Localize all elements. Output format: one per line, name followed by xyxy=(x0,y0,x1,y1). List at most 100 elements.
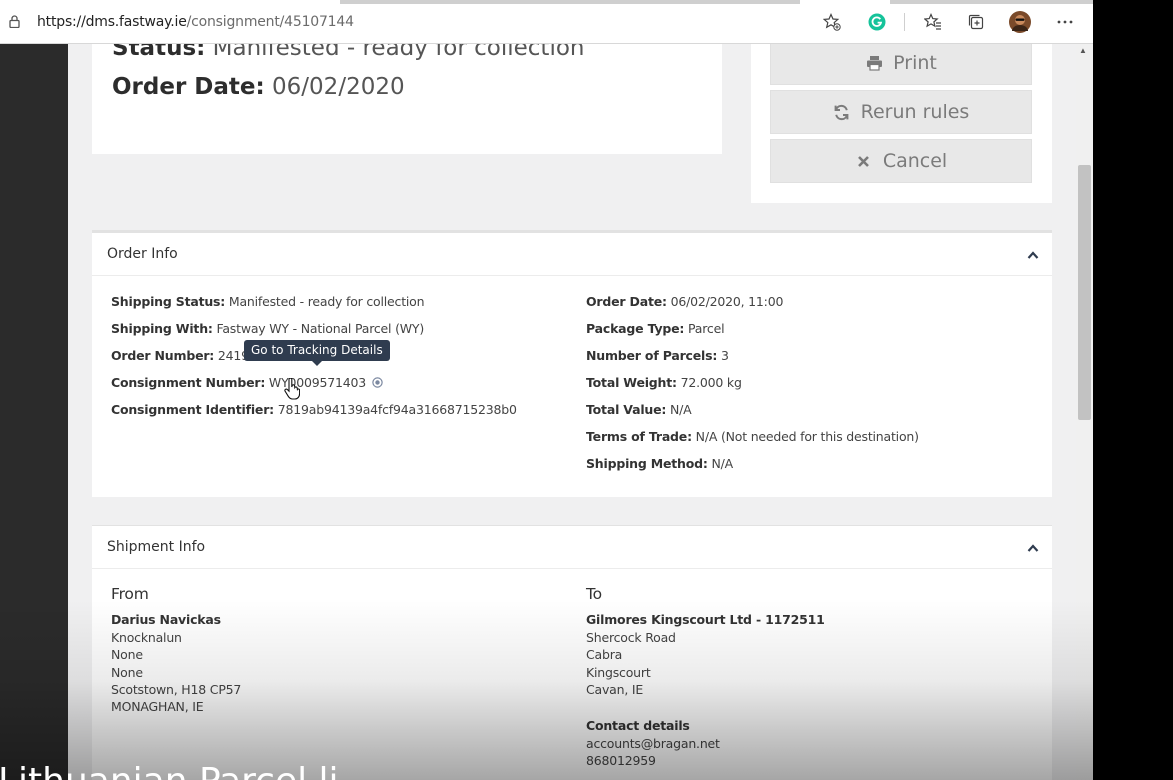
from-heading: From xyxy=(111,585,149,603)
address-line: None xyxy=(111,664,143,680)
field-value: Parcel xyxy=(688,321,725,336)
total-value-row: Total Value: N/A xyxy=(586,402,692,417)
status-line: Status: Manifested - ready for collectio… xyxy=(112,44,585,61)
address-line: Cabra xyxy=(586,647,623,663)
order-info-header[interactable]: Order Info xyxy=(92,233,1052,276)
to-address: To Gilmores Kingscourt Ltd - 1172511 She… xyxy=(586,585,825,770)
chevron-up-icon[interactable] xyxy=(1027,250,1039,260)
address-line: Knocknalun xyxy=(111,629,182,645)
number-of-parcels-row: Number of Parcels: 3 xyxy=(586,348,729,363)
actions-card: Print Rerun rules Cancel xyxy=(751,44,1052,203)
order-date-row: Order Date: 06/02/2020, 11:00 xyxy=(586,294,783,309)
address-line: Scotstown, H18 CP57 xyxy=(111,682,242,698)
from-address: From Darius Navickas Knocknalun None Non… xyxy=(111,585,242,716)
chevron-up-icon[interactable] xyxy=(1027,543,1039,553)
field-label: Terms of Trade: xyxy=(586,429,692,444)
consignment-page: Status: Manifested - ready for collectio… xyxy=(68,44,1076,780)
tracking-target-icon[interactable] xyxy=(372,377,383,388)
address-line: None xyxy=(111,647,143,663)
order-date-label: Order Date: xyxy=(112,74,265,100)
order-date-line: Order Date: 06/02/2020 xyxy=(112,74,405,100)
field-value: 7819ab94139a4fcf94a31668715238b0 xyxy=(277,402,517,417)
contact-email: accounts@bragan.net xyxy=(586,735,720,751)
profile-avatar[interactable] xyxy=(1009,11,1031,33)
field-label: Consignment Number: xyxy=(111,375,266,390)
status-label: Status: xyxy=(112,44,206,61)
field-label: Total Value: xyxy=(586,402,667,417)
contact-phone: 868012959 xyxy=(586,753,656,769)
field-label: Package Type: xyxy=(586,321,685,336)
field-value: 72.000 kg xyxy=(680,375,742,390)
field-value: Fastway WY - National Parcel (WY) xyxy=(216,321,425,336)
print-button[interactable]: Print xyxy=(770,44,1032,85)
cancel-label: Cancel xyxy=(882,150,948,172)
contact-details-heading: Contact details xyxy=(586,718,690,734)
to-heading: To xyxy=(586,585,602,603)
order-info-section: Order Info Shipping Status: Manifested -… xyxy=(92,230,1052,497)
refresh-icon xyxy=(833,103,851,121)
field-value: N/A xyxy=(711,456,733,471)
favorite-add-icon[interactable] xyxy=(821,11,843,33)
rerun-rules-label: Rerun rules xyxy=(860,101,970,123)
close-icon xyxy=(855,152,873,170)
field-label: Consignment Identifier: xyxy=(111,402,274,417)
more-menu-icon[interactable] xyxy=(1054,11,1076,33)
order-date-value: 06/02/2020 xyxy=(272,74,405,100)
collections-icon[interactable] xyxy=(965,11,987,33)
url-host: https://dms.fastway.ie xyxy=(37,14,187,30)
tab-strip-edge xyxy=(340,0,800,4)
terms-of-trade-row: Terms of Trade: N/A (Not needed for this… xyxy=(586,429,919,444)
field-label: Order Date: xyxy=(586,294,667,309)
from-name: Darius Navickas xyxy=(111,612,221,628)
field-value: Manifested - ready for collection xyxy=(228,294,425,309)
scrollbar-thumb[interactable] xyxy=(1078,165,1091,420)
shipping-with-row: Shipping With: Fastway WY - National Par… xyxy=(111,321,424,336)
consignment-summary-card: Status: Manifested - ready for collectio… xyxy=(92,44,722,154)
tracking-tooltip: Go to Tracking Details xyxy=(244,340,390,366)
shipping-status-row: Shipping Status: Manifested - ready for … xyxy=(111,294,425,309)
favorites-icon[interactable] xyxy=(922,11,944,33)
field-label: Total Weight: xyxy=(586,375,677,390)
print-icon xyxy=(865,54,883,72)
address-line: MONAGHAN, IE xyxy=(111,699,204,715)
url-path: /consignment/45107144 xyxy=(186,14,354,30)
field-value: N/A (Not needed for this destination) xyxy=(695,429,919,444)
address-line: Shercock Road xyxy=(586,629,676,645)
shipment-info-title: Shipment Info xyxy=(107,539,206,555)
field-value: 06/02/2020, 11:00 xyxy=(670,294,784,309)
print-label: Print xyxy=(893,52,937,74)
lock-icon xyxy=(9,15,20,28)
field-label: Shipping Status: xyxy=(111,294,226,309)
tab-strip-edge-right xyxy=(890,0,1093,4)
field-label: Order Number: xyxy=(111,348,215,363)
scroll-up-arrow-icon[interactable]: ▲ xyxy=(1079,46,1087,55)
consignment-number-row: Consignment Number: WY0009571403 xyxy=(111,375,383,390)
rerun-rules-button[interactable]: Rerun rules xyxy=(770,90,1032,134)
toolbar-divider xyxy=(904,13,905,31)
field-value: N/A xyxy=(669,402,692,417)
field-label: Number of Parcels: xyxy=(586,348,718,363)
shipment-info-section: Shipment Info From Darius Navickas Knock… xyxy=(92,525,1052,780)
shipping-method-row: Shipping Method: N/A xyxy=(586,456,733,471)
order-info-title: Order Info xyxy=(107,246,178,262)
address-line: Kingscourt xyxy=(586,664,651,680)
to-name: Gilmores Kingscourt Ltd - 1172511 xyxy=(586,612,825,628)
field-label: Shipping Method: xyxy=(586,456,708,471)
consignment-identifier-row: Consignment Identifier: 7819ab94139a4fcf… xyxy=(111,402,517,417)
address-line: Cavan, IE xyxy=(586,682,644,698)
field-label: Shipping With: xyxy=(111,321,213,336)
order-number-row: Order Number: 24198 xyxy=(111,348,257,363)
package-type-row: Package Type: Parcel xyxy=(586,321,725,336)
shipment-info-header[interactable]: Shipment Info xyxy=(92,526,1052,569)
field-value: 3 xyxy=(720,348,729,363)
cancel-button[interactable]: Cancel xyxy=(770,139,1032,183)
left-page-margin xyxy=(0,44,68,780)
browser-address-bar: https://dms.fastway.ie/consignment/45107… xyxy=(0,0,1093,44)
url-field[interactable]: https://dms.fastway.ie/consignment/45107… xyxy=(37,14,354,30)
right-screen-margin xyxy=(1093,0,1173,780)
hand-cursor-icon xyxy=(284,378,300,400)
total-weight-row: Total Weight: 72.000 kg xyxy=(586,375,742,390)
grammarly-icon[interactable] xyxy=(866,11,888,33)
status-value: Manifested - ready for collection xyxy=(212,44,585,61)
video-caption: Lithuanian Parcel li xyxy=(0,762,339,780)
